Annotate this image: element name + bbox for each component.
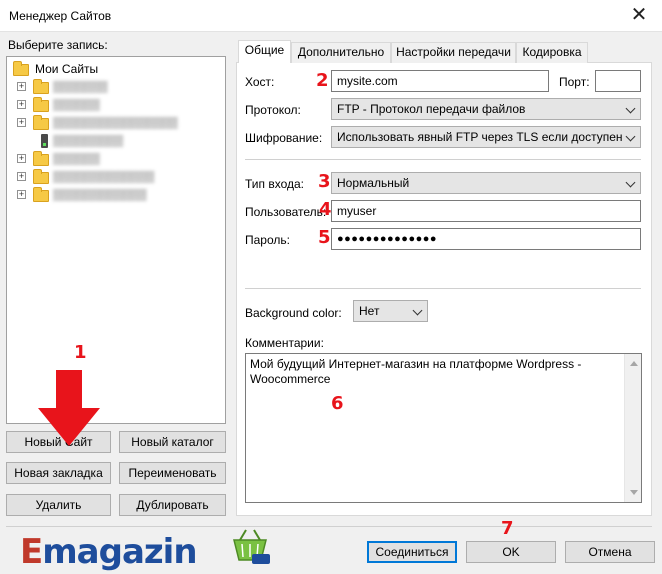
close-icon[interactable]: ✕	[624, 2, 654, 28]
host-label: Хост:	[245, 75, 275, 89]
tab-charset[interactable]: Кодировка	[516, 42, 588, 63]
annotation-5: 5	[318, 227, 331, 248]
annotation-4: 4	[319, 199, 332, 220]
expand-icon[interactable]: +	[17, 82, 26, 91]
scroll-up-icon[interactable]	[630, 361, 638, 366]
annotation-6: 6	[331, 393, 344, 414]
scrollbar[interactable]	[624, 354, 641, 502]
comments-label: Комментарии:	[245, 336, 324, 350]
logon-type-select[interactable]: Нормальный	[331, 172, 641, 194]
protocol-label: Протокол:	[245, 103, 301, 117]
folder-icon	[33, 115, 49, 130]
logon-type-value: Нормальный	[337, 176, 410, 190]
annotation-2: 2	[316, 70, 329, 91]
duplicate-button[interactable]: Дублировать	[119, 494, 226, 516]
annotation-3: 3	[318, 171, 331, 192]
connect-button[interactable]: Соединиться	[367, 541, 457, 563]
expand-icon[interactable]: +	[17, 100, 26, 109]
chevron-down-icon	[625, 131, 636, 142]
protocol-select[interactable]: FTP - Протокол передачи файлов	[331, 98, 641, 120]
expand-icon[interactable]: +	[17, 118, 26, 127]
logo-text: magazin	[42, 532, 197, 572]
divider	[245, 159, 641, 160]
basket-icon	[233, 529, 270, 564]
user-label: Пользователь:	[245, 205, 327, 219]
tab-advanced[interactable]: Дополнительно	[291, 42, 391, 63]
expand-icon[interactable]: +	[17, 190, 26, 199]
chevron-down-icon	[625, 177, 636, 188]
background-color-select[interactable]: Нет	[353, 300, 428, 322]
emagazin-logo: Emagazin	[20, 532, 198, 572]
tree-root-label: Мои Сайты	[35, 62, 99, 76]
red-arrow-annotation	[38, 370, 100, 446]
folder-icon	[33, 151, 49, 166]
folder-icon	[33, 79, 49, 94]
new-folder-button[interactable]: Новый каталог	[119, 431, 226, 453]
tree-item-label: ▒▒▒▒▒▒▒	[53, 81, 108, 93]
folder-icon	[13, 61, 29, 76]
scroll-down-icon[interactable]	[630, 490, 638, 495]
annotation-7: 7	[501, 518, 514, 539]
logo-first-letter: E	[20, 532, 43, 572]
folder-icon	[33, 169, 49, 184]
divider	[245, 288, 641, 289]
expand-icon[interactable]: +	[17, 154, 26, 163]
port-input[interactable]	[595, 70, 641, 92]
host-input[interactable]: mysite.com	[331, 70, 549, 92]
tree-item-label: ▒▒▒▒▒▒▒▒▒▒▒▒▒▒▒▒	[53, 117, 178, 129]
encryption-label: Шифрование:	[245, 131, 323, 145]
tab-general[interactable]: Общие	[238, 40, 291, 63]
password-input[interactable]: ●●●●●●●●●●●●●●	[331, 228, 641, 250]
tree-item-label: ▒▒▒▒▒▒	[53, 153, 100, 165]
folder-icon	[33, 187, 49, 202]
comments-textarea[interactable]: Мой будущий Интернет-магазин на платформ…	[245, 353, 642, 503]
comments-text: Мой будущий Интернет-магазин на платформ…	[250, 357, 582, 386]
delete-button[interactable]: Удалить	[6, 494, 111, 516]
background-color-value: Нет	[359, 304, 380, 318]
encryption-value: Использовать явный FTP через TLS если до…	[337, 130, 623, 144]
server-icon	[41, 134, 48, 148]
tree-item-label: ▒▒▒▒▒▒▒▒▒▒▒▒▒	[53, 171, 155, 183]
site-tree[interactable]: Мои Сайты + ▒▒▒▒▒▒▒ + ▒▒▒▒▒▒ + ▒▒▒▒▒▒▒▒▒…	[6, 56, 226, 424]
folder-icon	[33, 97, 49, 112]
tree-item-label: ▒▒▒▒▒▒▒▒▒▒▒▒	[53, 189, 147, 201]
title-bar: Менеджер Сайтов ✕	[0, 0, 662, 32]
logon-type-label: Тип входа:	[245, 177, 304, 191]
divider	[6, 526, 652, 527]
encryption-select[interactable]: Использовать явный FTP через TLS если до…	[331, 126, 641, 148]
ok-button[interactable]: OK	[466, 541, 556, 563]
window-title: Менеджер Сайтов	[9, 9, 112, 23]
tree-item-label: ▒▒▒▒▒▒	[53, 99, 100, 111]
annotation-1: 1	[74, 342, 87, 363]
rename-button[interactable]: Переименовать	[119, 462, 226, 484]
tree-item-label: ▒▒▒▒▒▒▒▒▒	[53, 135, 124, 147]
password-label: Пароль:	[245, 233, 290, 247]
background-color-label: Background color:	[245, 306, 342, 320]
tab-transfer-settings[interactable]: Настройки передачи	[391, 42, 516, 63]
cancel-button[interactable]: Отмена	[565, 541, 655, 563]
expand-icon[interactable]: +	[17, 172, 26, 181]
user-input[interactable]: myuser	[331, 200, 641, 222]
port-label: Порт:	[559, 75, 590, 89]
protocol-value: FTP - Протокол передачи файлов	[337, 102, 526, 116]
select-entry-label: Выберите запись:	[8, 38, 108, 52]
chevron-down-icon	[412, 305, 423, 316]
new-bookmark-button[interactable]: Новая закладка	[6, 462, 111, 484]
chevron-down-icon	[625, 103, 636, 114]
